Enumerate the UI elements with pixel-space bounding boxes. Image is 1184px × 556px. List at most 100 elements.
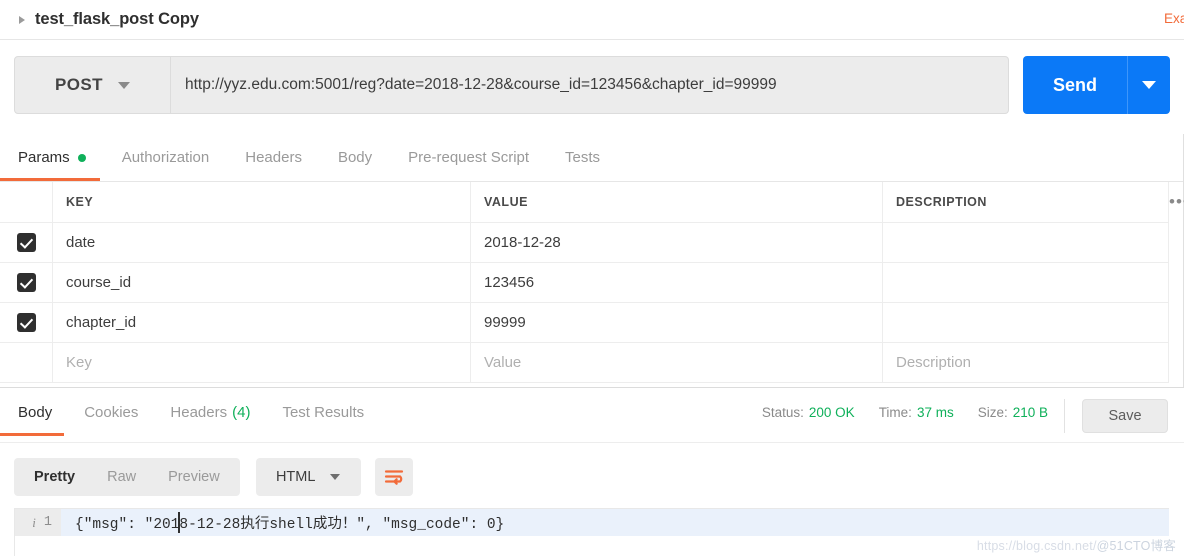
table-row-empty: Key Value Description [0,343,1169,383]
tab-response-cookies-label: Cookies [84,403,139,421]
line-number: 1 [43,515,52,530]
tab-params-label: Params [18,149,70,166]
view-pretty-button[interactable]: Pretty [18,458,91,496]
info-icon[interactable]: i [32,515,36,531]
new-key-input[interactable]: Key [53,343,471,382]
tab-tests[interactable]: Tests [565,134,600,181]
header-cell-key: KEY [53,182,471,222]
row-value-text: 99999 [484,314,526,331]
table-header-row: KEY VALUE DESCRIPTION ••• [0,182,1184,223]
row-description-cell[interactable] [883,223,1169,262]
row-key-cell[interactable]: course_id [53,263,471,302]
time-label: Time: [878,405,912,420]
response-body-viewer[interactable]: i 1 {"msg": "2018-12-28执行shell成功！", "msg… [14,508,1169,556]
row-value-cell[interactable]: 99999 [471,303,883,342]
row-key-cell[interactable]: chapter_id [53,303,471,342]
row-key-text: course_id [66,274,132,291]
code-line: i 1 {"msg": "2018-12-28执行shell成功！", "msg… [15,509,1169,536]
chevron-down-icon [117,81,130,89]
table-row: date 2018-12-28 [0,223,1169,263]
url-text: http://yyz.edu.com:5001/reg?date=2018-12… [185,76,777,93]
row-value-text: 123456 [484,274,535,291]
tab-test-results[interactable]: Test Results [282,388,364,436]
header-cell-description: DESCRIPTION [883,182,1169,222]
row-checkbox-cell [0,343,53,382]
url-input[interactable]: http://yyz.edu.com:5001/reg?date=2018-12… [171,56,1009,114]
row-description-cell[interactable] [883,263,1169,302]
row-key-text: date [66,234,96,251]
tab-headers[interactable]: Headers [245,134,302,181]
bulk-edit-icon[interactable]: ••• [1169,193,1184,210]
new-description-input[interactable]: Description [883,343,1169,382]
view-preview-button[interactable]: Preview [152,458,236,496]
row-key-text: chapter_id [66,314,137,331]
tab-headers-label: Headers [245,149,302,166]
table-row: chapter_id 99999 [0,303,1169,343]
tab-pre-request-script-label: Pre-request Script [408,149,530,166]
row-value-cell[interactable]: 123456 [471,263,883,302]
save-response-button[interactable]: Save [1082,399,1168,433]
new-value-placeholder: Value [484,354,522,371]
header-cell-more: ••• [1169,182,1184,222]
send-options-button[interactable] [1128,56,1170,114]
code-content-wrapper[interactable]: {"msg": "2018-12-28执行shell成功！", "msg_cod… [61,509,504,536]
tab-authorization[interactable]: Authorization [122,134,210,181]
view-mode-group: Pretty Raw Preview [14,458,240,496]
page-title: test_flask_post Copy [35,10,199,28]
status-label: Status: [761,405,804,420]
new-value-input[interactable]: Value [471,343,883,382]
url-bar: POST http://yyz.edu.com:5001/reg?date=20… [14,56,1170,114]
new-key-placeholder: Key [66,354,92,371]
method-select[interactable]: POST [14,56,171,114]
examples-link[interactable]: Examples [1164,11,1184,26]
code-empty-area [61,536,1169,556]
param-checkbox[interactable] [16,273,36,292]
chevron-down-icon [330,474,341,480]
param-checkbox[interactable] [16,313,36,332]
format-label: HTML [275,469,316,485]
row-description-cell[interactable] [883,303,1169,342]
tab-response-headers[interactable]: Headers (4) [170,388,250,436]
row-value-cell[interactable]: 2018-12-28 [471,223,883,262]
row-checkbox-cell [0,303,53,342]
row-key-cell[interactable]: date [53,223,471,262]
tab-authorization-label: Authorization [121,149,210,166]
row-value-text: 2018-12-28 [484,234,561,251]
response-headers-count: (4) [232,403,251,421]
header-key-label: KEY [66,195,94,209]
row-checkbox-cell [0,263,53,302]
view-raw-button[interactable]: Raw [91,458,152,496]
size-label: Size: [977,405,1008,420]
tab-pre-request-script[interactable]: Pre-request Script [408,134,529,181]
tab-response-cookies[interactable]: Cookies [84,388,138,436]
chevron-down-icon [1142,81,1156,89]
table-row: course_id 123456 [0,263,1169,303]
header-cell-check [0,182,53,222]
tab-response-body[interactable]: Body [0,388,65,436]
tab-response-headers-label: Headers [170,403,228,421]
size-value: 210 B [1012,405,1048,420]
tab-tests-label: Tests [565,149,601,166]
header-value-label: VALUE [484,195,528,209]
format-select[interactable]: HTML [255,458,361,496]
code-gutter: i 1 [15,509,61,536]
param-checkbox[interactable] [16,233,36,252]
response-meta: Status: 200 OK Time: 37 ms Size: 210 B [762,405,1048,420]
response-body-toolbar: Pretty Raw Preview HTML [14,458,413,496]
tab-test-results-label: Test Results [282,403,365,421]
params-active-dot-icon [77,153,86,162]
tab-body[interactable]: Body [338,134,372,181]
header-description-label: DESCRIPTION [896,195,987,209]
word-wrap-button[interactable] [374,458,413,496]
triangle-right-icon[interactable] [19,15,25,24]
header-cell-value: VALUE [471,182,883,222]
row-checkbox-cell [0,223,53,262]
new-description-placeholder: Description [896,354,972,371]
word-wrap-icon [384,470,403,485]
title-bar: test_flask_post Copy Examples [0,0,1184,40]
text-cursor [178,512,180,533]
tab-params[interactable]: Params [0,134,100,181]
tab-body-label: Body [337,149,373,166]
response-bar: Body Cookies Headers (4) Test Results St… [0,387,1184,443]
send-button[interactable]: Send [1023,56,1127,114]
